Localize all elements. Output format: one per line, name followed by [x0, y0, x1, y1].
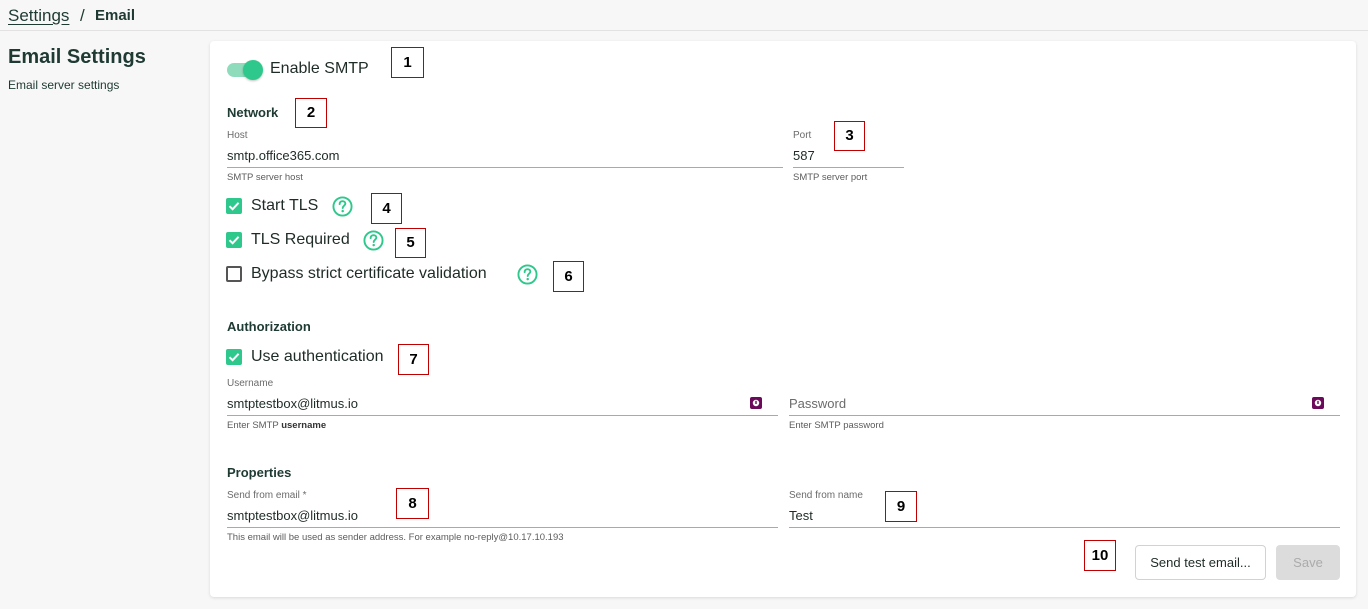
annotation-marker: 8 [396, 488, 429, 519]
send-from-name-input[interactable]: Test [789, 508, 813, 523]
breadcrumb-separator: / [80, 6, 85, 25]
bypass-cert-label: Bypass strict certificate validation [251, 265, 487, 282]
breadcrumb-current: Email [95, 7, 136, 24]
page-subtitle: Email server settings [8, 78, 120, 92]
tls-required-checkbox[interactable] [226, 232, 242, 248]
username-helper: Enter SMTP username [227, 420, 327, 431]
tls-required-label: TLS Required [251, 231, 350, 248]
port-input[interactable]: 587 [793, 148, 815, 163]
bypass-cert-checkbox[interactable] [226, 266, 242, 282]
host-underline [227, 167, 783, 168]
checkmark-icon [228, 353, 240, 362]
settings-card [210, 41, 1356, 597]
send-from-email-helper: This email will be used as sender addres… [227, 532, 564, 543]
port-underline [793, 167, 904, 168]
annotation-marker: 1 [391, 47, 424, 78]
save-button[interactable]: Save [1276, 545, 1340, 580]
help-icon[interactable] [332, 196, 353, 217]
use-auth-label: Use authentication [251, 348, 384, 365]
start-tls-label: Start TLS [251, 197, 319, 214]
help-icon[interactable] [363, 230, 384, 251]
authorization-section-title: Authorization [227, 319, 311, 334]
properties-section-title: Properties [227, 465, 292, 480]
send-from-email-label: Send from email * [227, 490, 307, 501]
start-tls-checkbox[interactable] [226, 198, 242, 214]
page-title: Email Settings [8, 46, 146, 68]
send-from-name-label: Send from name [789, 490, 863, 501]
port-label: Port [793, 130, 812, 141]
annotation-marker: 6 [553, 261, 584, 292]
password-underline [789, 415, 1340, 416]
host-input[interactable]: smtp.office365.com [227, 148, 339, 163]
host-helper: SMTP server host [227, 172, 303, 183]
annotation-marker: 3 [834, 121, 865, 151]
send-from-email-input[interactable]: smtptestbox@litmus.io [227, 508, 358, 523]
enable-smtp-toggle[interactable] [226, 60, 264, 80]
annotation-marker: 7 [398, 344, 429, 375]
username-underline [227, 415, 778, 416]
breadcrumb-settings-link[interactable]: Settings [8, 6, 69, 26]
password-input[interactable]: Password [789, 396, 846, 411]
use-auth-checkbox[interactable] [226, 349, 242, 365]
password-manager-icon[interactable] [750, 397, 762, 409]
toggle-thumb [243, 60, 263, 80]
annotation-marker: 10 [1084, 540, 1116, 571]
username-label: Username [227, 378, 274, 389]
enable-smtp-label: Enable SMTP [270, 60, 369, 77]
password-helper: Enter SMTP password [789, 420, 884, 431]
network-section-title: Network [227, 105, 279, 120]
send-from-name-underline [789, 527, 1340, 528]
annotation-marker: 9 [885, 491, 917, 522]
checkmark-icon [228, 202, 240, 211]
annotation-marker: 5 [395, 228, 426, 258]
password-manager-icon[interactable] [1312, 397, 1324, 409]
port-helper: SMTP server port [793, 172, 868, 183]
send-from-email-underline [227, 527, 778, 528]
annotation-marker: 2 [295, 98, 327, 128]
annotation-marker: 4 [371, 193, 402, 224]
host-label: Host [227, 130, 248, 141]
username-input[interactable]: smtptestbox@litmus.io [227, 396, 358, 411]
checkmark-icon [228, 236, 240, 245]
help-icon[interactable] [517, 264, 538, 285]
breadcrumb-bar [0, 0, 1368, 31]
send-test-email-button[interactable]: Send test email... [1135, 545, 1266, 580]
